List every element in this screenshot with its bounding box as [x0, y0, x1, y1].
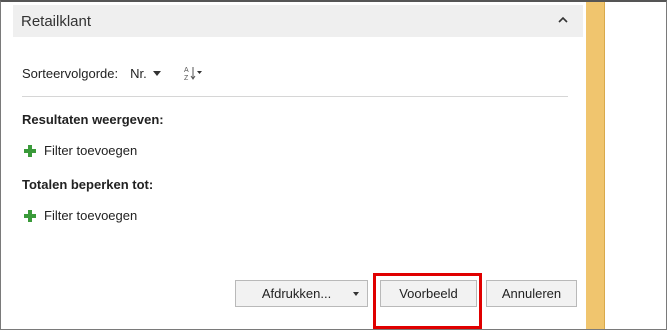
- caret-down-icon[interactable]: [353, 292, 359, 296]
- side-strip: [586, 2, 605, 329]
- caret-down-icon: [152, 70, 161, 76]
- svg-text:A: A: [184, 67, 189, 74]
- svg-text:Z: Z: [184, 75, 189, 81]
- plus-icon: [24, 144, 36, 157]
- add-filter-totals-button[interactable]: Filter toevoegen: [24, 208, 137, 223]
- sort-az-icon[interactable]: A Z: [183, 65, 203, 81]
- totals-heading: Totalen beperken tot:: [22, 177, 154, 192]
- add-filter-label: Filter toevoegen: [44, 143, 138, 158]
- sort-field-dropdown[interactable]: Nr.: [130, 66, 161, 81]
- section-title: Retailklant: [21, 13, 92, 30]
- chevron-up-icon[interactable]: [557, 14, 569, 26]
- cancel-button[interactable]: Annuleren: [486, 280, 577, 307]
- divider: [22, 96, 568, 97]
- cancel-button-label: Annuleren: [501, 286, 562, 301]
- results-heading: Resultaten weergeven:: [22, 112, 164, 127]
- print-button[interactable]: Afdrukken...: [235, 280, 368, 307]
- highlight-box: [373, 273, 482, 329]
- sort-order-row: Sorteervolgorde: Nr. A Z: [22, 63, 203, 83]
- plus-icon: [24, 209, 36, 222]
- sort-field-value: Nr.: [130, 65, 147, 81]
- request-page-panel: Retailklant Sorteervolgorde: Nr. A Z Res…: [13, 5, 583, 329]
- add-filter-results-button[interactable]: Filter toevoegen: [24, 143, 137, 158]
- section-header[interactable]: Retailklant: [13, 5, 583, 37]
- sort-order-label: Sorteervolgorde:: [22, 65, 119, 81]
- add-filter-label: Filter toevoegen: [44, 208, 138, 223]
- print-button-label: Afdrukken...: [261, 286, 332, 301]
